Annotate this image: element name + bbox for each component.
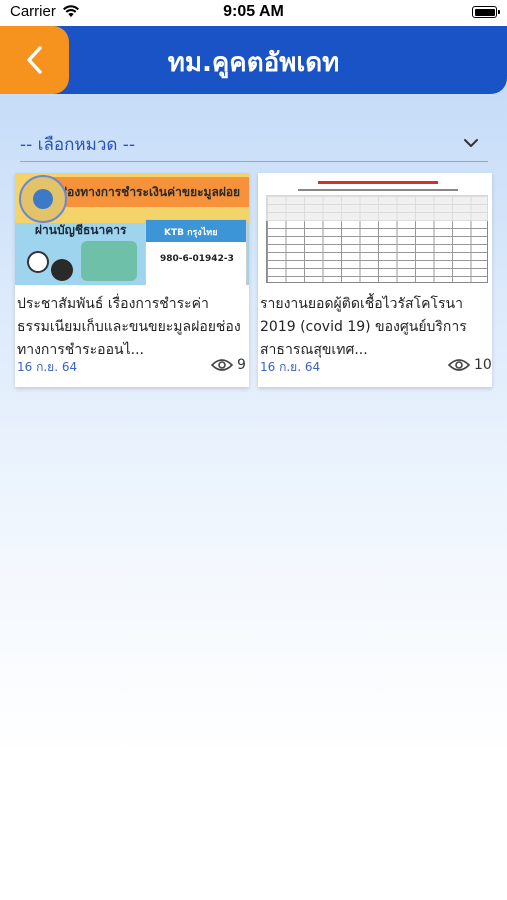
eye-icon bbox=[211, 359, 233, 371]
municipality-seal-icon bbox=[19, 175, 67, 223]
status-bar: Carrier 9:05 AM bbox=[0, 0, 507, 26]
phone-illustration bbox=[81, 241, 137, 281]
thumbnail-heading: ช่องทางการชำระเงินค่าขยะมูลฝอย bbox=[59, 185, 241, 199]
page-title: ทม.คูคตอัพเดท bbox=[167, 48, 340, 78]
view-count-value: 9 bbox=[237, 357, 246, 373]
bank-card: KTB กรุงไทย 980-6-01942-3 bbox=[145, 219, 247, 285]
news-card[interactable]: รายงานยอดผู้ติดเชื้อไวรัสโคโรนา 2019 (co… bbox=[258, 173, 492, 387]
category-select[interactable]: -- เลือกหมวด -- bbox=[20, 128, 488, 162]
person-illustration bbox=[51, 259, 73, 281]
view-count-value: 10 bbox=[474, 357, 492, 373]
eye-icon bbox=[448, 359, 470, 371]
bank-name: KTB กรุงไทย bbox=[164, 228, 218, 238]
news-card[interactable]: ช่องทางการชำระเงินค่าขยะมูลฝอย ผ่านบัญชี… bbox=[15, 173, 249, 387]
view-count: 9 bbox=[211, 357, 246, 373]
clock-icon bbox=[27, 251, 49, 273]
news-thumbnail: ช่องทางการชำระเงินค่าขยะมูลฝอย ผ่านบัญชี… bbox=[15, 173, 249, 285]
thumbnail-subheading: ผ่านบัญชีธนาคาร bbox=[35, 223, 127, 237]
news-thumbnail bbox=[258, 173, 492, 285]
news-title: รายงานยอดผู้ติดเชื้อไวรัสโคโรนา 2019 (co… bbox=[260, 296, 467, 358]
news-title: ประชาสัมพันธ์ เรื่องการชำระค่าธรรมเนียมเ… bbox=[17, 296, 241, 358]
battery-icon bbox=[472, 6, 500, 18]
news-date: 16 ก.ย. 64 bbox=[260, 360, 321, 374]
chevron-down-icon bbox=[464, 139, 478, 147]
news-date: 16 ก.ย. 64 bbox=[17, 360, 78, 374]
app-header: ทม.คูคตอัพเดท bbox=[0, 26, 507, 94]
category-select-label: -- เลือกหมวด -- bbox=[20, 135, 136, 155]
view-count: 10 bbox=[448, 357, 492, 373]
bank-account: 980-6-01942-3 bbox=[160, 254, 234, 264]
status-time: 9:05 AM bbox=[223, 3, 284, 20]
